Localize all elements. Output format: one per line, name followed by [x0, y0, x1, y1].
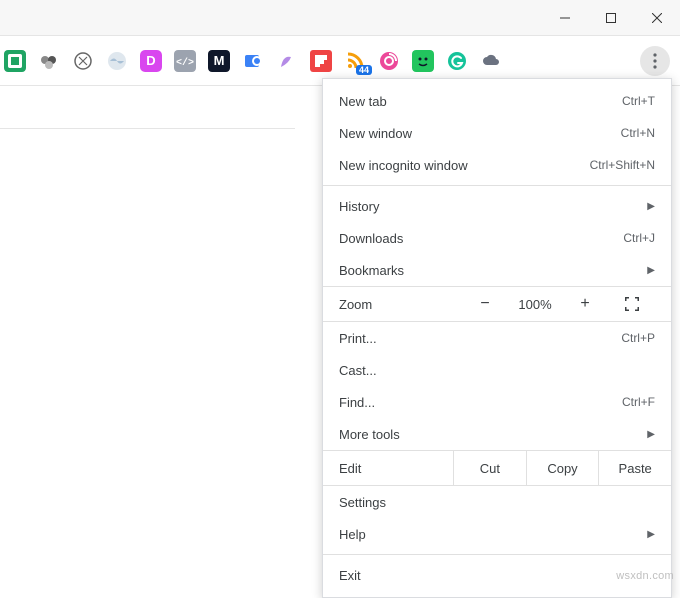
- extension-icon[interactable]: </>: [174, 50, 196, 72]
- watermark-text: wsxdn.com: [616, 570, 674, 582]
- edit-cut-button[interactable]: Cut: [453, 451, 526, 485]
- menu-item-label: New incognito window: [339, 158, 590, 173]
- menu-item-label: Exit: [339, 568, 655, 583]
- menu-item-shortcut: Ctrl+J: [623, 231, 655, 245]
- window-titlebar: [0, 0, 680, 36]
- menu-item-shortcut: Ctrl+Shift+N: [590, 158, 655, 172]
- submenu-arrow-icon: ▶: [647, 265, 655, 276]
- menu-print[interactable]: Print... Ctrl+P: [323, 322, 671, 354]
- badge-count: 44: [356, 65, 372, 75]
- menu-new-tab[interactable]: New tab Ctrl+T: [323, 85, 671, 117]
- menu-item-label: Settings: [339, 495, 655, 510]
- submenu-arrow-icon: ▶: [647, 429, 655, 440]
- menu-settings[interactable]: Settings: [323, 486, 671, 518]
- menu-item-shortcut: Ctrl+F: [622, 395, 655, 409]
- fullscreen-icon: [625, 297, 639, 311]
- menu-zoom-row: Zoom − 100% +: [323, 286, 671, 322]
- menu-item-shortcut: Ctrl+P: [621, 331, 655, 345]
- rss-icon[interactable]: 44: [344, 50, 366, 72]
- menu-bookmarks[interactable]: Bookmarks ▶: [323, 254, 671, 286]
- edit-paste-button[interactable]: Paste: [598, 451, 671, 485]
- more-menu-button[interactable]: [640, 46, 670, 76]
- extension-icon[interactable]: M: [208, 50, 230, 72]
- divider: [0, 128, 295, 129]
- menu-downloads[interactable]: Downloads Ctrl+J: [323, 222, 671, 254]
- menu-item-label: Help: [339, 527, 647, 542]
- zoom-label: Zoom: [323, 297, 463, 312]
- menu-item-label: Print...: [339, 331, 621, 346]
- menu-item-label: Downloads: [339, 231, 623, 246]
- menu-item-label: More tools: [339, 427, 647, 442]
- zoom-out-button[interactable]: −: [463, 295, 507, 313]
- menu-new-window[interactable]: New window Ctrl+N: [323, 117, 671, 149]
- chrome-main-menu: New tab Ctrl+T New window Ctrl+N New inc…: [322, 78, 672, 598]
- extension-icon[interactable]: [242, 50, 264, 72]
- extension-icon[interactable]: [378, 50, 400, 72]
- menu-cast[interactable]: Cast...: [323, 354, 671, 386]
- extension-icon[interactable]: [38, 50, 60, 72]
- grammarly-icon[interactable]: [446, 50, 468, 72]
- menu-edit-row: Edit Cut Copy Paste: [323, 450, 671, 486]
- menu-help[interactable]: Help ▶: [323, 518, 671, 550]
- menu-item-shortcut: Ctrl+T: [622, 94, 655, 108]
- menu-new-incognito[interactable]: New incognito window Ctrl+Shift+N: [323, 149, 671, 181]
- svg-text:</>: </>: [176, 57, 194, 69]
- menu-more-tools[interactable]: More tools ▶: [323, 418, 671, 450]
- extension-icon[interactable]: [4, 50, 26, 72]
- cloud-icon[interactable]: [480, 50, 502, 72]
- extension-icon[interactable]: [412, 50, 434, 72]
- window-minimize-button[interactable]: [542, 0, 588, 36]
- menu-item-label: Find...: [339, 395, 622, 410]
- flipboard-icon[interactable]: [310, 50, 332, 72]
- window-close-button[interactable]: [634, 0, 680, 36]
- extension-icon[interactable]: [72, 50, 94, 72]
- extension-icon[interactable]: [276, 50, 298, 72]
- menu-find[interactable]: Find... Ctrl+F: [323, 386, 671, 418]
- window-maximize-button[interactable]: [588, 0, 634, 36]
- extension-icon[interactable]: D: [140, 50, 162, 72]
- menu-history[interactable]: History ▶: [323, 190, 671, 222]
- submenu-arrow-icon: ▶: [647, 201, 655, 212]
- menu-separator: [323, 185, 671, 186]
- zoom-value: 100%: [507, 297, 563, 312]
- edit-label: Edit: [323, 461, 453, 476]
- menu-item-label: Bookmarks: [339, 263, 647, 278]
- edit-copy-button[interactable]: Copy: [526, 451, 599, 485]
- menu-item-label: Cast...: [339, 363, 655, 378]
- menu-item-label: History: [339, 199, 647, 214]
- menu-item-label: New tab: [339, 94, 622, 109]
- fullscreen-button[interactable]: [607, 297, 657, 311]
- submenu-arrow-icon: ▶: [647, 529, 655, 540]
- menu-item-label: New window: [339, 126, 621, 141]
- extension-icon[interactable]: [106, 50, 128, 72]
- menu-item-shortcut: Ctrl+N: [621, 126, 655, 140]
- zoom-in-button[interactable]: +: [563, 295, 607, 313]
- menu-separator: [323, 554, 671, 555]
